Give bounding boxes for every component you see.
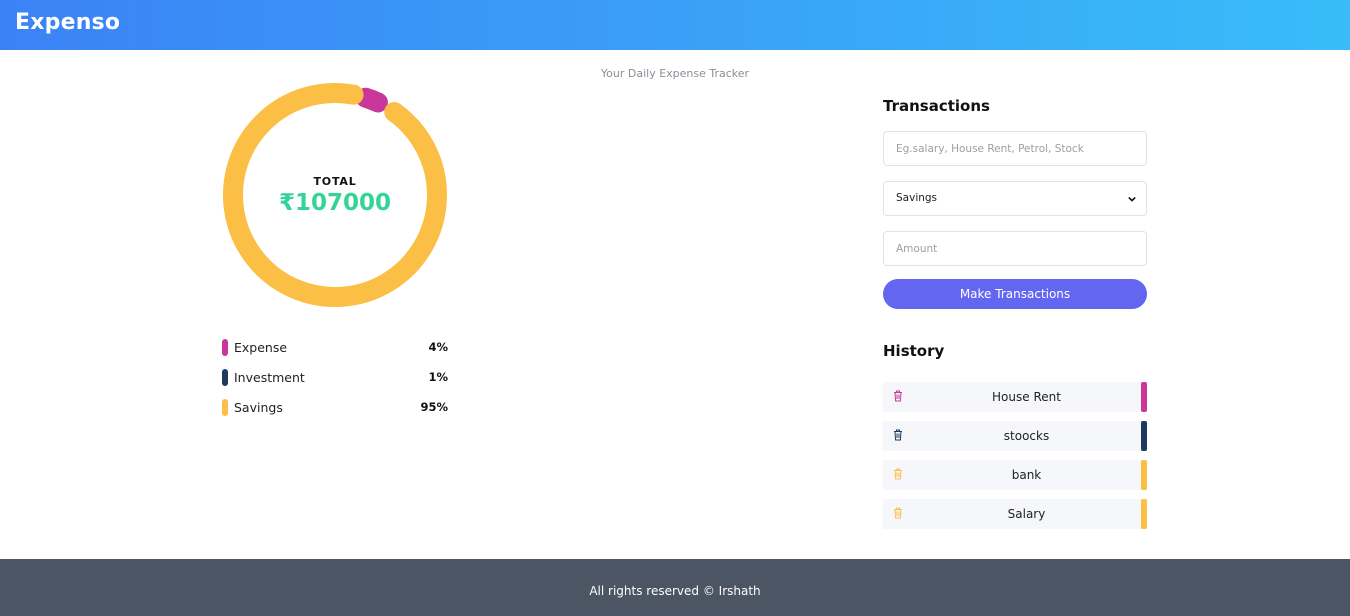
history-item-label: Salary — [1007, 507, 1046, 521]
history-item-label: bank — [1011, 468, 1042, 482]
history-item-label: stoocks — [1003, 429, 1050, 443]
history-title: History — [883, 342, 945, 360]
legend-label: Savings — [234, 400, 283, 415]
history-item-label: House Rent — [992, 390, 1061, 404]
total-value: ₹107000 — [278, 190, 392, 216]
category-select[interactable]: Savings — [883, 181, 1147, 216]
history-item-color-bar — [1141, 460, 1147, 490]
legend-percent: 4% — [428, 340, 448, 354]
legend-swatch — [222, 339, 228, 356]
legend-label: Expense — [234, 340, 288, 355]
history-item: Salary — [883, 499, 1147, 529]
footer: All rights reserved © Irshath — [0, 559, 1350, 616]
legend-label: Investment — [234, 370, 305, 385]
category-selected-value: Savings — [896, 192, 938, 204]
donut-chart: TOTAL ₹107000 — [220, 80, 450, 310]
tagline: Your Daily Expense Tracker — [600, 67, 750, 80]
legend-percent: 1% — [428, 370, 448, 384]
footer-copyright: All rights reserved © Irshath — [589, 584, 761, 598]
legend-swatch — [222, 369, 228, 386]
legend-percent: 95% — [420, 400, 448, 414]
history-item: House Rent — [883, 382, 1147, 412]
legend-item: Expense 4% — [222, 337, 448, 367]
app-logo[interactable]: Expenso — [15, 10, 120, 35]
history-item-color-bar — [1141, 421, 1147, 451]
app-header: Expenso — [0, 0, 1350, 50]
history-item: stoocks — [883, 421, 1147, 451]
history-item: bank — [883, 460, 1147, 490]
legend-item: Investment 1% — [222, 367, 448, 397]
transactions-title: Transactions — [883, 97, 990, 115]
history-item-color-bar — [1141, 499, 1147, 529]
donut-segment-expense[interactable] — [355, 87, 388, 113]
transaction-name-input[interactable] — [883, 131, 1147, 166]
history-list: House Rent stoocks bank Salary — [883, 382, 1147, 538]
total-label: TOTAL — [313, 175, 357, 188]
history-item-color-bar — [1141, 382, 1147, 412]
chevron-down-icon — [1128, 196, 1136, 202]
chart-legend: Expense 4% Investment 1% Savings 95% — [222, 337, 448, 427]
legend-item: Savings 95% — [222, 397, 448, 427]
make-transaction-button[interactable]: Make Transactions — [883, 279, 1147, 309]
legend-swatch — [222, 399, 228, 416]
amount-input[interactable] — [883, 231, 1147, 266]
